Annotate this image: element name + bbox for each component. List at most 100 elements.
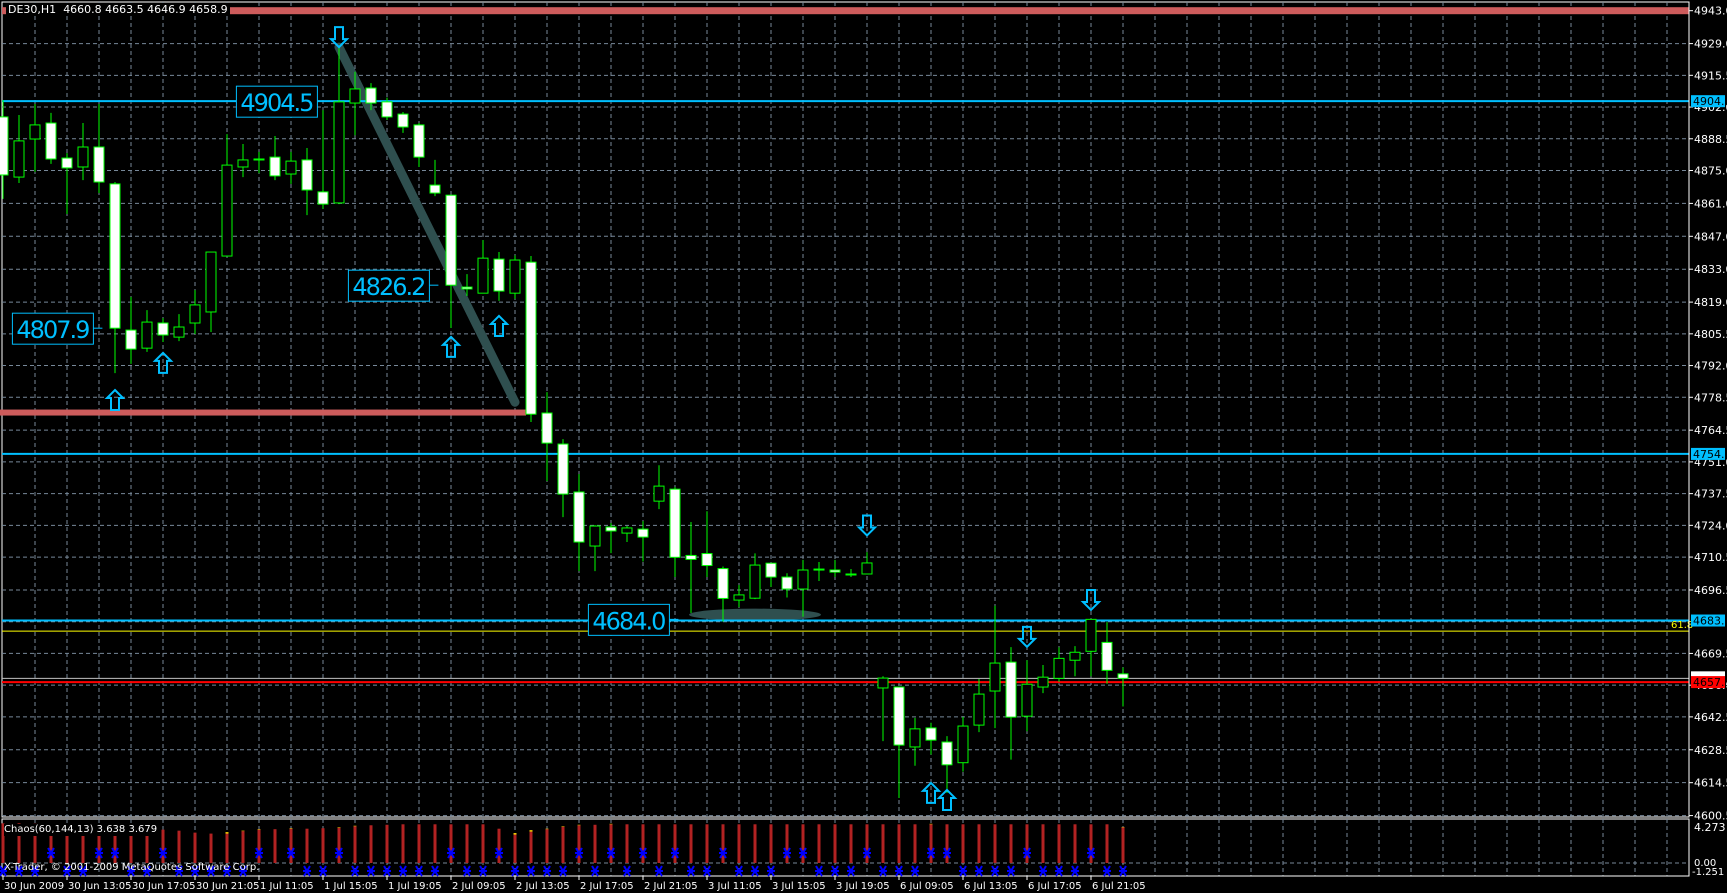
candle xyxy=(157,318,169,343)
signal-x-icon xyxy=(655,865,663,877)
support-line-segment xyxy=(0,409,526,416)
signal-x-icon xyxy=(735,865,743,877)
indicator-histogram-bar xyxy=(385,824,389,863)
indicator-histogram-bar xyxy=(737,824,741,863)
price-axis-label: 4724.0 xyxy=(1694,519,1727,532)
signal-x-stroke xyxy=(975,865,983,877)
signal-x-stroke xyxy=(623,865,631,877)
price-label-text: 4684.0 xyxy=(592,607,666,635)
candle-body xyxy=(637,528,649,538)
indicator-histogram-bar xyxy=(641,824,645,863)
time-axis-label: 30 Jun 13:05 xyxy=(68,881,132,892)
candle-body xyxy=(861,562,873,575)
candle-body xyxy=(893,686,905,746)
candle-body xyxy=(301,159,313,191)
signal-x-stroke xyxy=(879,865,887,877)
candle-body xyxy=(589,525,601,547)
candle xyxy=(45,112,57,164)
candle xyxy=(445,194,457,328)
indicator-histogram-bar xyxy=(577,825,581,863)
candle xyxy=(653,465,665,510)
indicator-histogram-bar xyxy=(1073,824,1077,863)
candle xyxy=(973,679,985,733)
time-axis-label: 1 Jul 11:05 xyxy=(260,881,314,892)
indicator-histogram-bar xyxy=(289,828,293,863)
indicator-histogram-bar xyxy=(1057,824,1061,863)
time-axis-label: 6 Jul 17:05 xyxy=(1028,881,1082,892)
price-chart[interactable]: 4943.04929.04915.54902.04888.54875.04861… xyxy=(0,0,1727,893)
time-axis-label: 30 Jun 21:05 xyxy=(196,881,260,892)
signal-x-icon xyxy=(991,865,999,877)
candle-body xyxy=(1101,641,1113,671)
candle-body xyxy=(765,562,777,578)
candle-body xyxy=(45,122,57,160)
signal-x-icon xyxy=(767,865,775,877)
indicator-histogram-bar xyxy=(673,824,677,863)
candle-body xyxy=(1117,673,1129,679)
signal-x-icon xyxy=(1119,865,1127,877)
candle xyxy=(477,240,489,294)
candle xyxy=(733,585,745,608)
signal-x-icon xyxy=(511,865,519,877)
candle xyxy=(413,123,425,167)
candle-body xyxy=(877,677,889,689)
candle xyxy=(1021,660,1033,732)
signal-x-stroke xyxy=(1007,865,1015,877)
signal-x-icon xyxy=(687,865,695,877)
ohlc-readout: 4660.8 4663.5 4646.9 4658.9 xyxy=(63,3,228,16)
candle-body xyxy=(749,564,761,599)
candle-body xyxy=(429,184,441,194)
signal-x-stroke xyxy=(511,865,519,877)
indicator-histogram-bar xyxy=(753,824,757,863)
candle-body xyxy=(573,491,585,543)
signal-x-stroke xyxy=(895,865,903,877)
candle xyxy=(77,123,89,181)
candle-body xyxy=(685,554,697,560)
candle xyxy=(1053,647,1065,682)
indicator-histogram-bar xyxy=(305,828,309,863)
price-axis-label: 4847.0 xyxy=(1694,230,1727,243)
indicator-histogram-bar xyxy=(801,824,805,863)
candle-body xyxy=(61,157,73,169)
candle xyxy=(205,251,217,332)
signal-x-icon xyxy=(431,865,439,877)
signal-x-icon xyxy=(527,865,535,877)
candle-body xyxy=(461,286,473,290)
price-axis-label: 4642.5 xyxy=(1694,711,1727,724)
candle-body xyxy=(941,741,953,766)
indicator-histogram-bar xyxy=(1009,824,1013,863)
signal-x-icon xyxy=(415,865,423,877)
indicator-histogram-bar xyxy=(945,824,949,863)
time-axis-label: 6 Jul 13:05 xyxy=(964,881,1018,892)
time-axis-label: 6 Jul 21:05 xyxy=(1092,881,1146,892)
price-axis-label: 4833.0 xyxy=(1694,263,1727,276)
candle-body xyxy=(557,443,569,495)
indicator-histogram-bar xyxy=(881,824,885,863)
candle xyxy=(813,562,825,582)
candle xyxy=(429,159,441,197)
candle-body xyxy=(205,251,217,313)
candle xyxy=(957,716,969,772)
candle xyxy=(701,511,713,578)
signal-x-icon xyxy=(703,865,711,877)
candle xyxy=(573,474,585,572)
signal-x-icon xyxy=(1007,865,1015,877)
indicator-histogram-bar xyxy=(705,824,709,863)
signal-x-icon xyxy=(751,865,759,877)
candle-body xyxy=(781,576,793,590)
candle xyxy=(829,559,841,578)
candle-body xyxy=(397,113,409,128)
candle xyxy=(1037,664,1049,694)
candle xyxy=(253,151,265,174)
indicator-histogram-bar xyxy=(657,824,661,863)
indicator-histogram-bar xyxy=(625,824,629,863)
signal-x-stroke xyxy=(383,865,391,877)
signal-x-icon xyxy=(399,865,407,877)
price-axis-label: 4819.0 xyxy=(1694,296,1727,309)
signal-x-stroke xyxy=(847,865,855,877)
chart-header: DE30,H1 4660.8 4663.5 4646.9 4658.9 xyxy=(6,3,230,16)
candle-body xyxy=(989,662,1001,692)
candle-body xyxy=(493,258,505,292)
candle xyxy=(941,736,953,794)
signal-x-icon xyxy=(543,865,551,877)
